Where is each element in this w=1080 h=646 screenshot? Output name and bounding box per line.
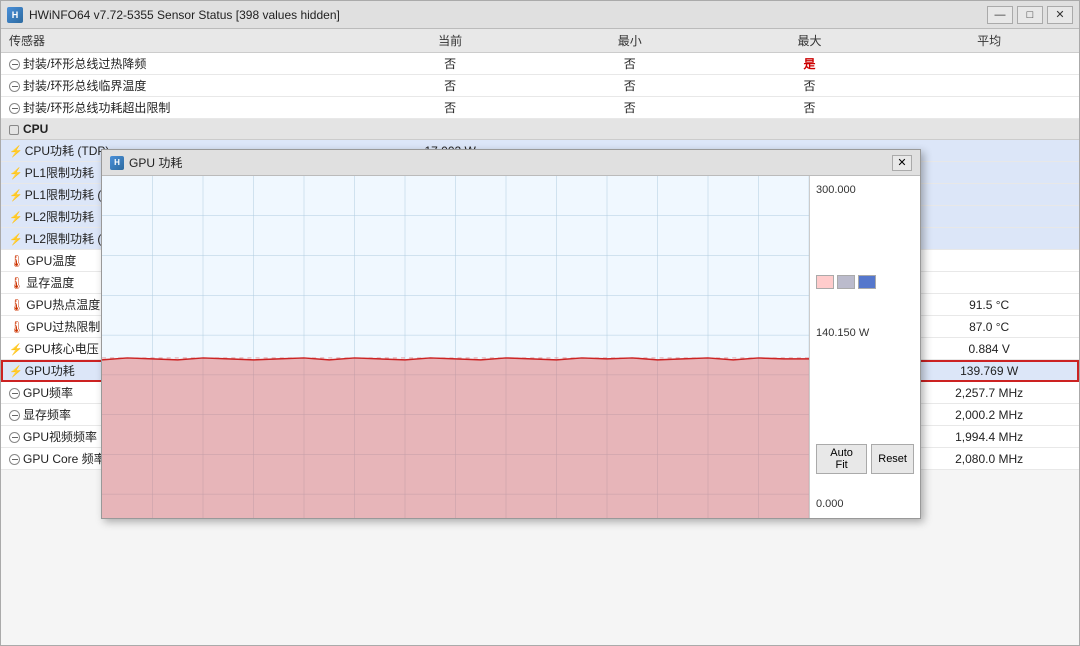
window-controls: — □ ✕ [987, 6, 1073, 24]
main-window: H HWiNFO64 v7.72-5355 Sensor Status [398… [0, 0, 1080, 646]
chart-y-current-label: 140.150 W [816, 297, 914, 368]
chart-area [102, 176, 810, 518]
reset-button[interactable]: Reset [871, 444, 914, 474]
group-header-label: CPU [1, 119, 1079, 140]
table-row: 封装/环形总线过热降频否否是 [1, 53, 1079, 75]
maximize-button[interactable]: □ [1017, 6, 1043, 24]
sensor-table-container: 传感器 当前 最小 最大 平均 封装/环形总线过热降频否否是封装/环形总线临界温… [1, 29, 1079, 645]
avg-value-cell [899, 272, 1079, 294]
chart-y-min-label: 0.000 [816, 498, 914, 510]
chart-side-panel: 300.000 140.150 W Auto Fit Reset 0.000 [810, 176, 920, 518]
avg-value-cell [899, 184, 1079, 206]
dialog-close-button[interactable]: ✕ [892, 155, 912, 171]
chart-y-max-label: 300.000 [816, 184, 914, 196]
dialog-title: GPU 功耗 [129, 154, 892, 171]
sensor-name-cell: 封装/环形总线功耗超出限制 [1, 97, 360, 119]
app-icon: H [7, 7, 23, 23]
min-value-cell: 否 [540, 53, 720, 75]
avg-value-cell: 2,257.7 MHz [899, 382, 1079, 404]
avg-value-cell: 2,080.0 MHz [899, 448, 1079, 470]
avg-value-cell: 0.884 V [899, 338, 1079, 360]
table-row: 封装/环形总线功耗超出限制否否否 [1, 97, 1079, 119]
title-bar: H HWiNFO64 v7.72-5355 Sensor Status [398… [1, 1, 1079, 29]
avg-value-cell [899, 228, 1079, 250]
sensor-name-cell: 封装/环形总线过热降频 [1, 53, 360, 75]
color-box-1 [816, 275, 834, 289]
dialog-icon: H [110, 156, 124, 170]
min-value-cell: 否 [540, 97, 720, 119]
close-button[interactable]: ✕ [1047, 6, 1073, 24]
table-row: CPU [1, 119, 1079, 140]
table-row: 封装/环形总线临界温度否否否 [1, 75, 1079, 97]
max-value-cell: 否 [720, 75, 900, 97]
avg-value-cell [899, 162, 1079, 184]
avg-value-cell: 2,000.2 MHz [899, 404, 1079, 426]
col-sensor: 传感器 [1, 29, 360, 53]
avg-value-cell: 91.5 °C [899, 294, 1079, 316]
col-min: 最小 [540, 29, 720, 53]
chart-action-buttons: Auto Fit Reset [816, 444, 914, 478]
col-max: 最大 [720, 29, 900, 53]
avg-value-cell [899, 206, 1079, 228]
auto-fit-button[interactable]: Auto Fit [816, 444, 867, 474]
gpu-chart-dialog: H GPU 功耗 ✕ [101, 149, 921, 519]
dialog-title-bar: H GPU 功耗 ✕ [102, 150, 920, 176]
avg-value-cell [899, 53, 1079, 75]
col-current: 当前 [360, 29, 540, 53]
current-value-cell: 否 [360, 97, 540, 119]
color-box-3 [858, 275, 876, 289]
table-header-row: 传感器 当前 最小 最大 平均 [1, 29, 1079, 53]
avg-value-cell [899, 97, 1079, 119]
current-value-cell: 否 [360, 75, 540, 97]
avg-value-cell: 87.0 °C [899, 316, 1079, 338]
avg-value-cell: 1,994.4 MHz [899, 426, 1079, 448]
minimize-button[interactable]: — [987, 6, 1013, 24]
chart-svg [102, 176, 809, 518]
sensor-name-cell: 封装/环形总线临界温度 [1, 75, 360, 97]
current-value-cell: 否 [360, 53, 540, 75]
max-value-cell: 否 [720, 97, 900, 119]
avg-value-cell [899, 75, 1079, 97]
chart-color-legend [816, 275, 914, 289]
max-value-cell: 是 [720, 53, 900, 75]
avg-value-cell [899, 140, 1079, 162]
avg-value-cell [899, 250, 1079, 272]
color-box-2 [837, 275, 855, 289]
min-value-cell: 否 [540, 75, 720, 97]
window-title: HWiNFO64 v7.72-5355 Sensor Status [398 v… [29, 8, 987, 22]
dialog-body: 300.000 140.150 W Auto Fit Reset 0.000 [102, 176, 920, 518]
avg-value-cell: 139.769 W [899, 360, 1079, 382]
col-avg: 平均 [899, 29, 1079, 53]
